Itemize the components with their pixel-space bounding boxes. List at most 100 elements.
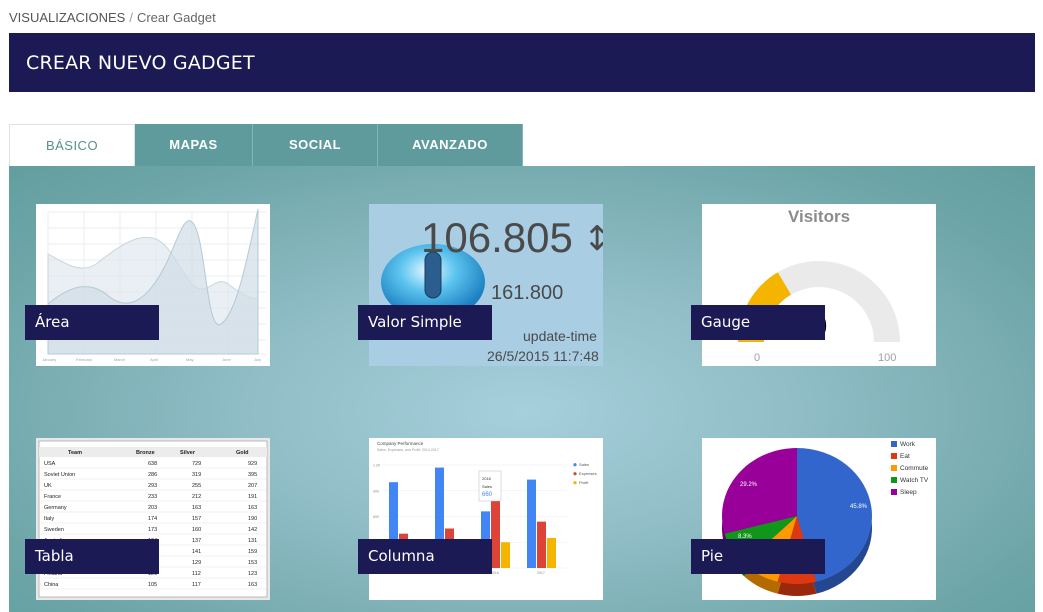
table-cell: 293: [148, 483, 157, 489]
column-x-tick: 2016: [491, 571, 499, 575]
pie-legend-item: Watch TV: [900, 477, 929, 484]
column-legend-item: Profit: [579, 480, 589, 485]
tooltip-series: Sales: [482, 484, 492, 489]
table-cell: 174: [148, 516, 157, 522]
table-cell: 286: [148, 472, 157, 478]
gauge-min: 0: [754, 352, 760, 364]
pie-legend-swatch: [891, 477, 897, 483]
pie-label-sleep: 29.2%: [740, 482, 758, 488]
table-cell: 141: [192, 549, 201, 555]
table-cell: 112: [192, 571, 201, 577]
simple-value-number: 106.805: [421, 214, 573, 261]
simple-sub-value: 161.800: [491, 282, 563, 304]
table-cell: Germany: [44, 505, 67, 511]
column-legend-marker: [573, 463, 577, 467]
gadget-label-area[interactable]: Área: [25, 305, 159, 340]
gadget-card-pie[interactable]: 45.8% 29.2% 8.3% Work Eat Commute Watch TV S…: [702, 438, 936, 600]
table-cell: 319: [192, 472, 201, 478]
table-cell: UK: [44, 483, 52, 489]
pie-legend-swatch: [891, 441, 897, 447]
simple-timestamp: 26/5/2015 11:7:48: [487, 348, 599, 364]
table-cell: 129: [192, 560, 201, 566]
gadget-card-tabla[interactable]: Team Bronze Silver Gold USA 638 729 929 Soviet U…: [36, 438, 270, 600]
column-y-tick: 1.2K: [373, 464, 381, 468]
tab-bar: BÁSICO MAPAS SOCIAL AVANZADO: [9, 124, 523, 166]
table-cell: 153: [248, 560, 257, 566]
area-month-label: January: [42, 357, 56, 362]
gadget-card-area[interactable]: January February March April May June Ju…: [36, 204, 270, 366]
table-cell: 395: [248, 472, 257, 478]
gadget-label-valor-simple[interactable]: Valor Simple: [358, 305, 492, 340]
gauge-max: 100: [878, 352, 896, 364]
pie-legend-swatch: [891, 453, 897, 459]
gadget-card-columna[interactable]: Company Performance Sales, Expenses, and…: [369, 438, 603, 600]
pie-legend-item: Work: [900, 441, 916, 448]
breadcrumb-separator: /: [129, 10, 133, 25]
gadget-card-gauge[interactable]: Visitors 0 0 100: [702, 204, 936, 366]
table-header-cell: Gold: [236, 450, 249, 456]
column-y-tick: 900: [373, 489, 379, 493]
table-cell: USA: [44, 461, 56, 467]
tab-social[interactable]: SOCIAL: [253, 124, 378, 166]
area-x-labels: January February March April May June Ju…: [42, 357, 261, 362]
area-month-label: March: [114, 357, 125, 362]
table-cell: Sweden: [44, 527, 64, 533]
area-month-label: June: [222, 357, 231, 362]
breadcrumb-current: Crear Gadget: [136, 10, 216, 25]
table-cell: 163: [248, 505, 257, 511]
table-cell: 163: [192, 505, 201, 511]
table-cell: 131: [248, 538, 257, 544]
table-cell: 137: [192, 538, 201, 544]
area-month-label: April: [150, 357, 158, 362]
column-x-tick: 2017: [537, 571, 545, 575]
column-legend-item: Expenses: [579, 471, 597, 476]
table-cell: 233: [148, 494, 157, 500]
gadget-label-gauge[interactable]: Gauge: [691, 305, 825, 340]
pie-legend-item: Eat: [900, 453, 910, 460]
table-cell: Soviet Union: [44, 472, 75, 478]
gauge-thumbnail: Visitors 0 0 100: [738, 207, 900, 364]
table-cell: 160: [192, 527, 201, 533]
table-cell: 157: [192, 516, 201, 522]
gadget-card-valor-simple[interactable]: 106.805 ↕ 161.800 update-time 26/5/2015 …: [369, 204, 603, 366]
table-cell: 163: [248, 582, 257, 588]
simple-update-label: update-time: [523, 328, 597, 344]
column-bar: [501, 542, 510, 568]
gadget-panel: January February March April May June Ju…: [9, 166, 1035, 612]
breadcrumb-root[interactable]: VISUALIZACIONES: [9, 10, 125, 25]
tab-avanzado[interactable]: AVANZADO: [378, 124, 523, 166]
column-legend-marker: [573, 472, 577, 476]
table-cell: 123: [248, 571, 257, 577]
gadget-label-tabla[interactable]: Tabla: [25, 539, 159, 574]
table-thumbnail: Team Bronze Silver Gold USA 638 729 929 Soviet U…: [38, 440, 268, 598]
page-title: CREAR NUEVO GADGET: [26, 52, 255, 74]
table-cell: 117: [192, 582, 201, 588]
column-legend-marker: [573, 481, 577, 485]
table-cell: Italy: [44, 516, 54, 522]
table-cell: 105: [148, 582, 157, 588]
table-cell: 159: [248, 549, 257, 555]
gadget-label-columna[interactable]: Columna: [358, 539, 492, 574]
table-cell: 190: [248, 516, 257, 522]
column-bar: [537, 521, 546, 568]
column-bar: [527, 479, 536, 568]
area-chart-thumbnail: January February March April May June Ju…: [42, 208, 266, 362]
table-header-cell: Team: [68, 450, 82, 456]
area-month-label: May: [186, 357, 194, 362]
column-legend-item: Sales: [579, 462, 589, 467]
table-cell: 255: [192, 483, 201, 489]
column-chart-title: Company Performance: [377, 441, 424, 446]
column-chart-subtitle: Sales, Expenses, and Profit: 2014-2017: [377, 448, 439, 452]
updown-arrow-icon: ↕: [583, 219, 603, 259]
table-cell: 212: [192, 494, 201, 500]
column-bar: [547, 537, 556, 568]
tab-basico[interactable]: BÁSICO: [9, 124, 135, 166]
table-cell: France: [44, 494, 61, 500]
pie-legend-swatch: [891, 489, 897, 495]
table-header-cell: Bronze: [136, 450, 155, 456]
gadget-label-pie[interactable]: Pie: [691, 539, 825, 574]
column-chart-thumbnail: Company Performance Sales, Expenses, and…: [373, 441, 597, 575]
tab-mapas[interactable]: MAPAS: [135, 124, 253, 166]
tooltip-value: 660: [482, 492, 493, 498]
area-month-label: July: [254, 357, 261, 362]
